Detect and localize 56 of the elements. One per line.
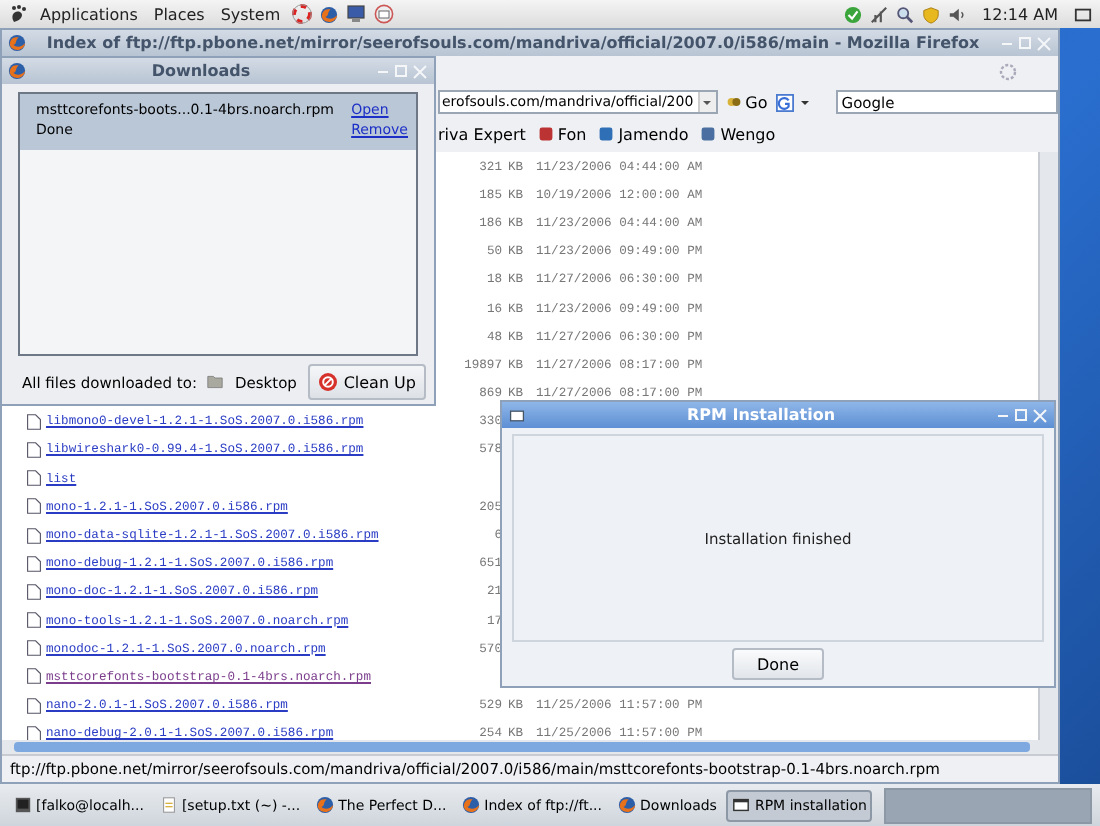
file-icon (26, 496, 42, 517)
dialog-title: RPM Installation (684, 406, 838, 424)
throbber-icon (998, 62, 1018, 82)
monitor-icon[interactable] (346, 4, 367, 24)
firefox-icon (462, 796, 481, 814)
search-icon[interactable] (896, 5, 915, 23)
file-icon (26, 411, 42, 432)
network-icon[interactable] (870, 5, 889, 23)
go-button[interactable]: Go (723, 93, 770, 111)
search-engine-icon[interactable] (775, 93, 794, 111)
firefox-icon (618, 796, 637, 814)
dropdown-arrow-icon (702, 97, 713, 107)
firefox-icon (316, 796, 335, 814)
bookmark-icon (537, 126, 554, 142)
window-controls-icon[interactable] (996, 407, 1048, 423)
file-icon (26, 610, 42, 631)
panel-menu[interactable]: System (216, 5, 285, 23)
window-icon (508, 407, 526, 423)
bookmark-link[interactable]: Wengo (700, 125, 776, 143)
bookmark-icon (700, 126, 717, 142)
clean-up-button[interactable]: Clean Up (307, 364, 426, 400)
bookmark-link[interactable]: riva Expert (438, 125, 526, 143)
show-desktop-icon[interactable] (1074, 5, 1092, 23)
file-icon (26, 553, 42, 574)
window-icon (732, 796, 751, 814)
file-icon (26, 439, 42, 460)
text-editor-icon (159, 796, 178, 814)
file-icon (26, 695, 42, 716)
bookmark-icon (598, 126, 615, 142)
shield-icon[interactable] (922, 5, 941, 23)
file-icon (26, 468, 42, 489)
no-entry-icon (317, 372, 338, 392)
file-icon (26, 525, 42, 546)
file-icon (26, 638, 42, 659)
firefox-icon (8, 62, 26, 80)
bookmark-link[interactable]: Fon (537, 125, 587, 143)
panel-menu[interactable]: Applications (36, 5, 142, 23)
file-icon (26, 581, 42, 602)
workspace-switcher[interactable] (884, 787, 1092, 823)
file-icon (26, 666, 42, 687)
done-button[interactable]: Done (732, 648, 824, 680)
foot-icon[interactable] (8, 4, 28, 24)
terminal-icon (14, 796, 32, 814)
speaker-icon[interactable] (948, 5, 967, 23)
bookmark-link[interactable]: Jamendo (598, 125, 689, 143)
lifebuoy-icon[interactable] (292, 4, 313, 24)
firefox-icon[interactable] (320, 5, 339, 23)
panel-menu[interactable]: Places (149, 5, 209, 23)
check-icon[interactable] (844, 5, 863, 23)
caret-icon[interactable] (799, 97, 810, 107)
firefox-icon (8, 34, 26, 52)
horizontal-scrollbar[interactable] (2, 740, 1058, 754)
folder-icon (206, 374, 225, 390)
clock[interactable]: 12:14 AM (982, 5, 1058, 23)
window-title: Downloads (149, 62, 253, 80)
window-title: Index of ftp://ftp.pbone.net/mirror/seerofsouls.com/mandriva/official/2007.0/i586/main - Mozilla Firefox (44, 34, 982, 52)
